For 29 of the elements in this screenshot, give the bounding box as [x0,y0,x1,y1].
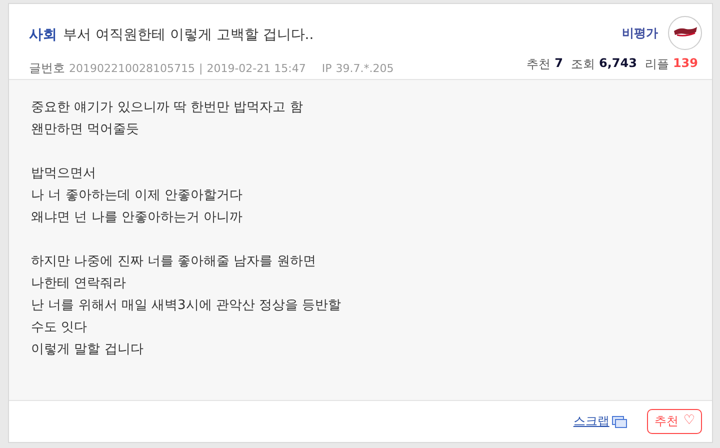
post-title: 부서 여직원한테 이렇게 고백할 겁니다.. [63,26,314,44]
body-text: 수도 잇다 [31,319,88,338]
category-link[interactable]: 사회 [29,26,57,44]
stat-label: 추천 [526,56,551,73]
scrap-link[interactable]: 스크랩 [573,413,628,430]
stat-label: 리플 [644,56,669,73]
avatar-icon [668,16,702,50]
stat-label: 조회 [570,56,595,73]
stat-value: 7 [554,56,563,72]
body-text: 이렇게 말할 겁니다 [31,341,144,360]
copy-icon [612,416,628,428]
body-text: 나한테 연락줘라 [31,275,128,294]
body-text: 난 너를 위해서 매일 새벽3시에 관악산 정상을 등반할 [31,297,342,316]
post-number-label: 글번호 [29,60,65,77]
stat-value: 139 [672,56,698,72]
stat-value: 6,743 [598,56,637,72]
author-name[interactable]: 비평가 [622,24,658,42]
body-text: 나 너 좋아하는데 이제 안좋아할거다 [31,187,244,206]
post-date: 2019-02-21 15:47 [206,62,306,75]
separator: | [198,62,203,75]
ip-label: IP [322,62,332,75]
body-text: 하지만 나중에 진짜 너를 좋아해줄 남자를 원하면 [31,253,317,272]
body-text: 왠만하면 먹어줄듯 [31,121,140,140]
body-text: 왜냐면 넌 나를 안좋아하는거 아니까 [31,209,244,228]
body-text: 중요한 얘기가 있으니까 딱 한번만 밥먹자고 함 [31,99,304,118]
body-text: 밥먹으면서 [31,165,97,184]
heart-icon: ♡ [683,413,695,430]
post-number: 201902210028105715 [69,62,195,75]
ip-address: 39.7.*.205 [336,62,394,75]
